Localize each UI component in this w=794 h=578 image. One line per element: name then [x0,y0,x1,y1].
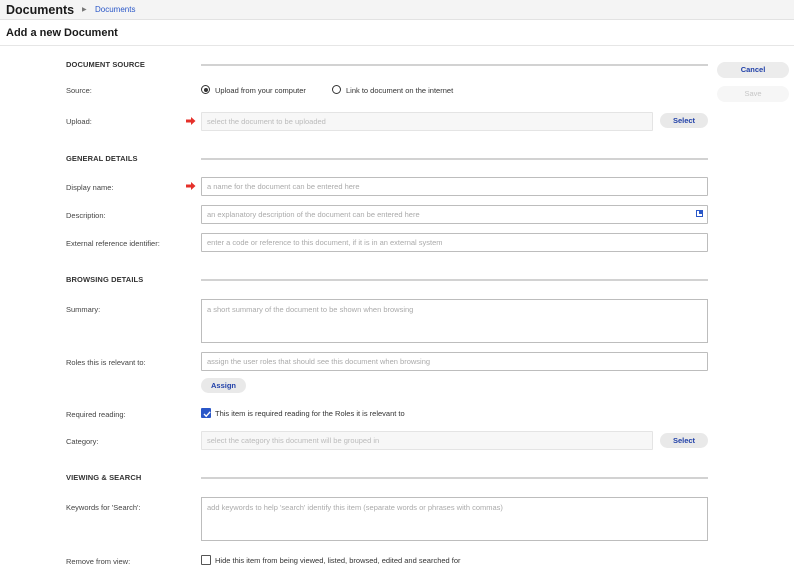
section-title-viewing-search: VIEWING & SEARCH [66,473,142,482]
section-divider [201,64,708,66]
keywords-textarea[interactable]: add keywords to help 'search' identify t… [201,497,708,541]
source-upload-radio[interactable] [201,85,210,94]
expand-icon[interactable] [696,210,703,217]
display-name-label: Display name: [66,183,114,192]
upload-label: Upload: [66,117,92,126]
summary-textarea[interactable]: a short summary of the document to be sh… [201,299,708,343]
required-arrow-icon [186,182,196,190]
breadcrumb-documents[interactable]: Documents [95,5,135,14]
source-link-radio[interactable] [332,85,341,94]
display-name-input[interactable]: a name for the document can be entered h… [201,177,708,196]
category-input[interactable]: select the category this document will b… [201,431,653,450]
required-reading-checkbox[interactable] [201,408,211,418]
top-bar: Documents ▶ Documents [0,0,794,20]
section-title-browsing-details: BROWSING DETAILS [66,275,144,284]
remove-from-view-label: Remove from view: [66,557,131,566]
keywords-label: Keywords for 'Search': [66,503,141,512]
external-reference-input[interactable]: enter a code or reference to this docume… [201,233,708,252]
remove-from-view-checkbox[interactable] [201,555,211,565]
save-button[interactable]: Save [717,86,789,102]
section-divider [201,477,708,479]
assign-button[interactable]: Assign [201,378,246,393]
section-title-general-details: GENERAL DETAILS [66,154,138,163]
source-link-label[interactable]: Link to document on the internet [346,86,453,95]
required-reading-text[interactable]: This item is required reading for the Ro… [215,409,405,418]
upload-select-button[interactable]: Select [660,113,708,128]
external-reference-label: External reference identifier: [66,239,160,248]
upload-input[interactable]: select the document to be uploaded [201,112,653,131]
category-select-button[interactable]: Select [660,433,708,448]
section-divider [201,158,708,160]
remove-from-view-text[interactable]: Hide this item from being viewed, listed… [215,556,461,565]
roles-label: Roles this is relevant to: [66,358,146,367]
category-label: Category: [66,437,99,446]
roles-input[interactable]: assign the user roles that should see th… [201,352,708,371]
source-label: Source: [66,86,92,95]
app-title: Documents [6,3,75,17]
source-upload-label[interactable]: Upload from your computer [215,86,306,95]
section-title-document-source: DOCUMENT SOURCE [66,60,146,69]
description-input[interactable]: an explanatory description of the docume… [201,205,708,224]
checkmark-icon [203,411,211,418]
cancel-button[interactable]: Cancel [717,62,789,78]
page-title: Add a new Document [6,27,118,39]
summary-label: Summary: [66,305,101,314]
required-reading-label: Required reading: [66,410,126,419]
heading-divider [0,45,794,46]
breadcrumb-separator-icon: ▶ [82,7,87,13]
description-label: Description: [66,211,106,220]
section-divider [201,279,708,281]
required-arrow-icon [186,117,196,125]
